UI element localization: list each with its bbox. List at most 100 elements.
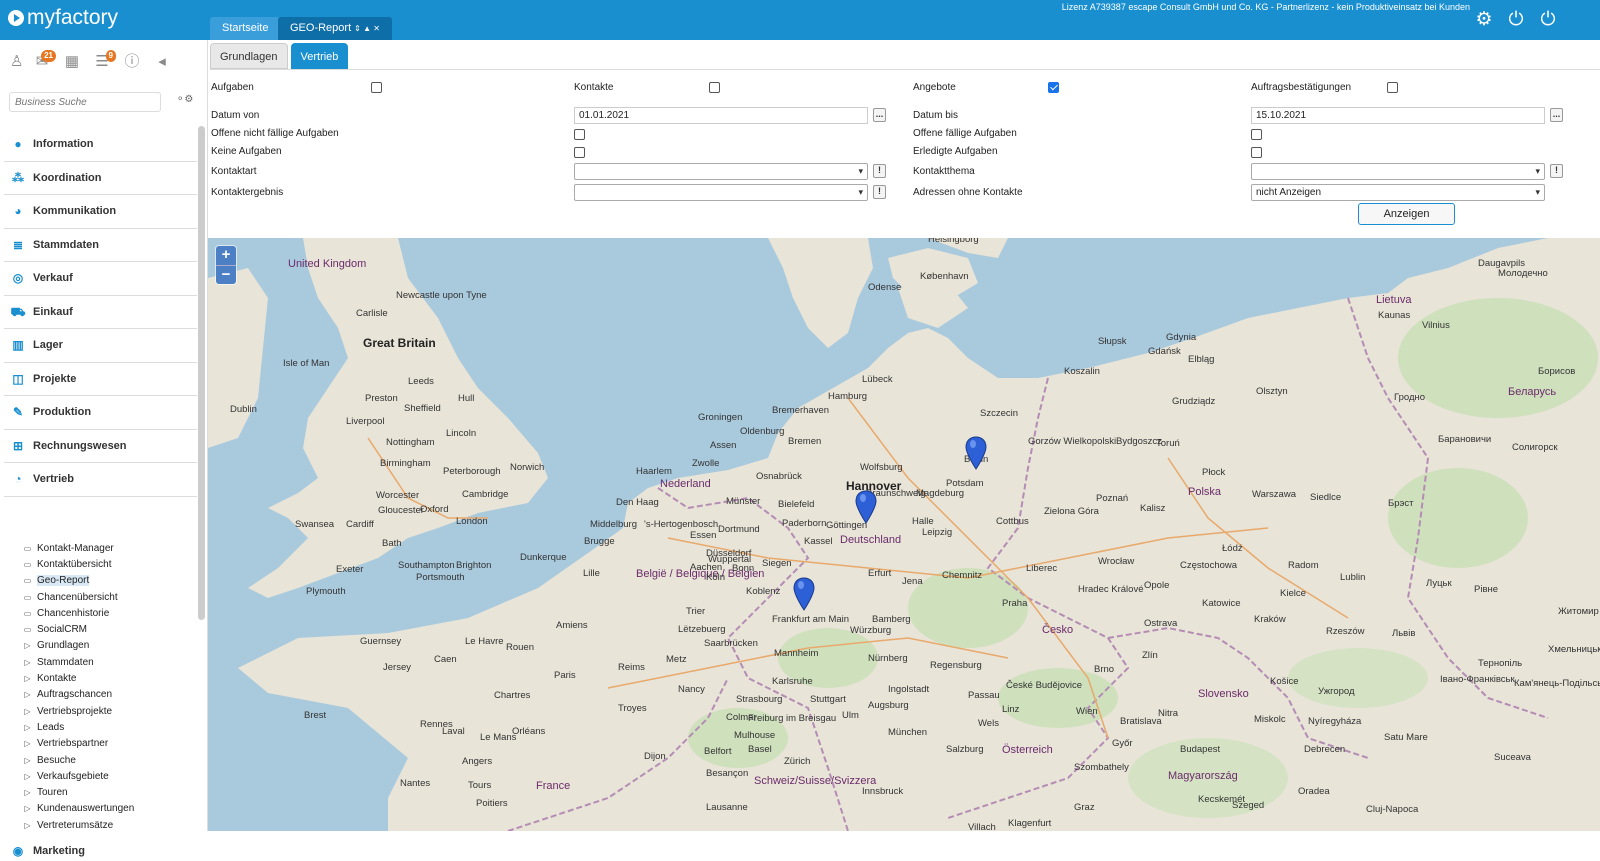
- map-label-lemans: Le Mans: [480, 732, 517, 743]
- anzeigen-button[interactable]: Anzeigen: [1358, 203, 1455, 225]
- datum-bis-picker-button[interactable]: ...: [1550, 108, 1563, 122]
- map-label-lille: Lille: [583, 568, 600, 579]
- nav-lager[interactable]: ▥ Lager: [4, 329, 197, 363]
- label-datum-bis: Datum bis: [913, 110, 959, 121]
- nav-einkauf[interactable]: ⛟ Einkauf: [4, 296, 197, 329]
- checkbox-offene-faellige[interactable]: [1251, 129, 1262, 140]
- subnav-item[interactable]: ▷ Auftragschancen: [22, 687, 197, 703]
- info-icon[interactable]: ⓘ: [122, 52, 142, 72]
- power-icon[interactable]: ⏻: [1506, 10, 1526, 30]
- pin-icon[interactable]: ♙: [10, 52, 23, 72]
- subnav-label: Geo-Report: [37, 575, 90, 587]
- tab-geo-report[interactable]: GEO-Report ⇕ ▲ ✕: [278, 17, 392, 40]
- nav-marketing[interactable]: ◉ Marketing: [4, 841, 197, 861]
- map-label-kamyanets: Кам'янець-Подільський: [1514, 678, 1600, 689]
- subnav-item[interactable]: ▭ SocialCRM: [22, 621, 197, 637]
- kontaktthema-filter-button[interactable]: !: [1550, 164, 1563, 178]
- zoom-in-button[interactable]: +: [216, 246, 236, 265]
- calendar-icon[interactable]: ▦: [62, 52, 82, 72]
- collapse-icon[interactable]: ◂: [152, 52, 172, 72]
- map-label-oradea: Oradea: [1298, 786, 1330, 797]
- subnav-item[interactable]: ▭ Chancenhistorie: [22, 605, 197, 621]
- nav-koordination[interactable]: ⁂ Koordination: [4, 162, 197, 195]
- adressen-ohne-kontakte-select[interactable]: nicht Anzeigen ▾: [1251, 184, 1545, 201]
- checkbox-erledigte-aufgaben[interactable]: [1251, 147, 1262, 158]
- map-marker-goettingen[interactable]: [855, 490, 877, 524]
- checkbox-keine-aufgaben[interactable]: [574, 147, 585, 158]
- map-label-karlsruhe: Karlsruhe: [772, 676, 813, 687]
- subnav-item[interactable]: ▷ Grundlagen: [22, 638, 197, 654]
- tab-startseite[interactable]: Startseite: [210, 17, 281, 40]
- datum-von-input[interactable]: 01.01.2021: [574, 107, 868, 124]
- subnav-item[interactable]: ▭ Kontaktübersicht: [22, 556, 197, 572]
- expand-icon: ▷: [24, 706, 31, 716]
- nav-label: Stammdaten: [33, 238, 100, 251]
- subnav-item[interactable]: ▷ Touren: [22, 784, 197, 800]
- map-label-cottbus: Cottbus: [996, 516, 1029, 527]
- label-kontakte: Kontakte: [574, 82, 614, 93]
- checkbox-kontakte[interactable]: [709, 82, 720, 93]
- chat-icon: ◕: [14, 204, 22, 219]
- subnav-item[interactable]: ▷ Besuche: [22, 752, 197, 768]
- map-label-frankfurt: Frankfurt am Main: [772, 614, 850, 625]
- checkbox-angebote[interactable]: [1048, 82, 1059, 93]
- nav-label: Projekte: [33, 372, 77, 385]
- nav-rechnungswesen[interactable]: ⊞ Rechnungswesen: [4, 430, 197, 463]
- tab-label: GEO-Report: [290, 22, 352, 34]
- kontaktart-select[interactable]: ▾: [574, 163, 868, 180]
- app-logo[interactable]: myfactory: [8, 6, 118, 30]
- nav-stammdaten[interactable]: ≣ Stammdaten: [4, 229, 197, 262]
- subnav-item[interactable]: ▷ Vertriebspartner: [22, 736, 197, 752]
- tasks-icon[interactable]: ✉ 21: [32, 50, 56, 72]
- gear-icon[interactable]: ⚙: [1474, 10, 1494, 30]
- datum-von-picker-button[interactable]: ...: [873, 108, 886, 122]
- map-label-kaunas: Kaunas: [1378, 310, 1411, 321]
- checkbox-auftragsbestaetigungen[interactable]: [1387, 82, 1398, 93]
- subnav-item[interactable]: ▭ Kontakt-Manager: [22, 540, 197, 556]
- nav-marketing-row[interactable]: ◉ Marketing: [4, 841, 197, 861]
- kontaktart-filter-button[interactable]: !: [873, 164, 886, 178]
- page-icon: ▭: [23, 576, 32, 586]
- kontaktergebnis-filter-button[interactable]: !: [873, 185, 886, 199]
- business-search-input[interactable]: [9, 92, 161, 112]
- map-marker-berlin[interactable]: [965, 436, 987, 470]
- nav-vertrieb[interactable]: ◔ Vertrieb: [4, 463, 197, 497]
- nav-information[interactable]: ● Information: [4, 128, 197, 162]
- map-label-liberec: Liberec: [1026, 563, 1058, 574]
- map-label-czestochowa: Częstochowa: [1180, 560, 1238, 571]
- datum-bis-input[interactable]: 15.10.2021: [1251, 107, 1545, 124]
- map-marker-frankfurt[interactable]: [793, 577, 815, 611]
- subnav-item[interactable]: ▷ Verkaufsgebiete: [22, 768, 197, 784]
- messages-icon[interactable]: ☰ 9: [92, 50, 116, 72]
- kontaktergebnis-select[interactable]: ▾: [574, 184, 868, 201]
- subnav-item[interactable]: ▷ Leads: [22, 719, 197, 735]
- map-label-mulhouse: Mulhouse: [734, 730, 776, 741]
- nav-projekte[interactable]: ◫ Projekte: [4, 363, 197, 396]
- nav-produktion[interactable]: ✎ Produktion: [4, 396, 197, 430]
- subnav-item[interactable]: ▭ Chancenübersicht: [22, 589, 197, 605]
- subnav-label: Vertreterumsätze: [37, 819, 114, 831]
- subtab-vertrieb[interactable]: Vertrieb: [290, 43, 349, 69]
- kontaktthema-select[interactable]: ▾: [1251, 163, 1545, 180]
- map-label-dublin: Dublin: [230, 404, 257, 415]
- map-label-paris: Paris: [554, 670, 576, 681]
- nav-verkauf[interactable]: ◎ Verkauf: [4, 262, 197, 296]
- chart-icon: ◫: [12, 371, 24, 386]
- subnav-item[interactable]: ▭ Geo-Report: [22, 573, 197, 589]
- subnav-item[interactable]: ▷ Kontakte: [22, 670, 197, 686]
- subtab-grundlagen[interactable]: Grundlagen: [210, 43, 288, 69]
- checkbox-offene-nicht-faellige[interactable]: [574, 129, 585, 140]
- search-options-icon[interactable]: ⚬⚙: [176, 94, 193, 105]
- subnav-item[interactable]: ▷ Kundenauswertungen: [22, 801, 197, 817]
- map-label-cambridge: Cambridge: [462, 489, 509, 500]
- sidebar-scrollbar[interactable]: [198, 126, 205, 620]
- logout-icon[interactable]: ⏻: [1538, 10, 1558, 30]
- expand-icon: ▷: [24, 690, 31, 700]
- nav-kommunikation[interactable]: ◕ Kommunikation: [4, 195, 197, 229]
- checkbox-aufgaben[interactable]: [371, 82, 382, 93]
- subnav-item[interactable]: ▷ Stammdaten: [22, 654, 197, 670]
- geo-map[interactable]: + − United Kingdom Great Britain Newcastle…: [208, 238, 1600, 831]
- tab-controls[interactable]: ⇕ ▲ ✕: [354, 24, 380, 33]
- subnav-item[interactable]: ▷ Vertriebsprojekte: [22, 703, 197, 719]
- zoom-out-button[interactable]: −: [216, 265, 236, 284]
